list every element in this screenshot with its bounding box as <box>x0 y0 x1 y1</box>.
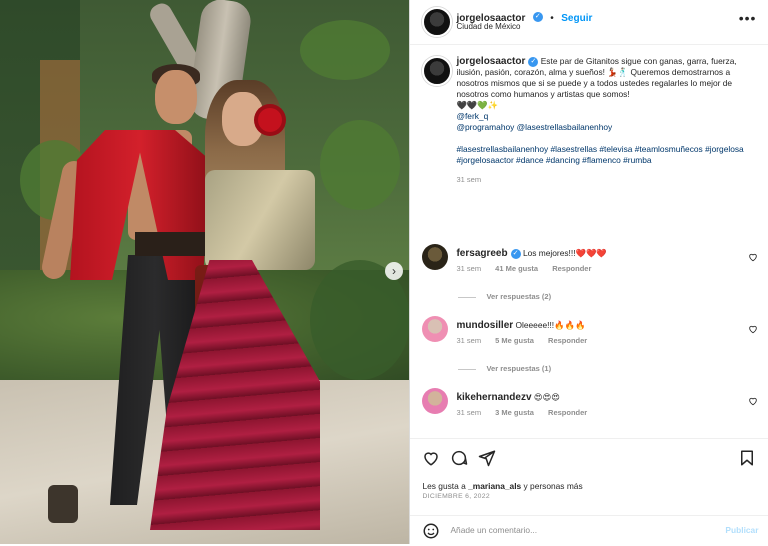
likes-summary[interactable]: Les gusta a _mariana_als y personas más <box>422 481 582 491</box>
photo-leaf <box>300 20 390 80</box>
comment-time: 31 sem <box>456 336 482 345</box>
author-avatar[interactable] <box>422 7 453 37</box>
comment-likes[interactable]: 5 Me gusta <box>495 336 534 345</box>
likes-suffix: y personas más <box>521 481 583 491</box>
photo-man-boot <box>48 485 78 523</box>
verified-icon: ✓ <box>510 248 521 259</box>
likes-prefix: Les gusta a <box>422 481 469 491</box>
caption-emojis: 🖤🖤💚✨ <box>456 100 499 110</box>
comment-username[interactable]: mundosiller <box>456 320 513 331</box>
caption-author-username[interactable]: jorgelosaactor <box>456 56 525 67</box>
comment-time: 31 sem <box>456 408 482 417</box>
bookmark-icon[interactable] <box>738 449 756 467</box>
comment-text: mundosiller Oleeeee!!!🔥🔥🔥 <box>456 320 736 331</box>
verified-icon: ✓ <box>528 56 539 67</box>
heart-icon[interactable] <box>748 324 758 334</box>
comment-meta: 31 sem 41 Me gusta Responder <box>456 264 603 273</box>
post-actions: Les gusta a _mariana_als y personas más … <box>410 438 768 545</box>
comment-composer: Publicar <box>410 515 768 546</box>
likes-user[interactable]: _mariana_als <box>468 481 521 491</box>
comment-content: Oleeeee!!!🔥🔥🔥 <box>515 320 586 330</box>
comment-username[interactable]: fersagreeb <box>456 248 507 259</box>
caption-mention[interactable]: @programahoy @lasestrellasbailanenhoy <box>456 122 752 133</box>
comment-reply-button[interactable]: Responder <box>548 408 587 417</box>
post-header: jorgelosaactor ✓ • Seguir Ciudad de Méxi… <box>410 0 768 45</box>
comment-content: Los mejores!!!❤️❤️❤️ <box>522 248 607 258</box>
photo-woman-flower <box>258 108 282 132</box>
comment-avatar[interactable] <box>422 316 449 342</box>
post-frame: › jorgelosaactor ✓ • Seguir Ciudad de Mé… <box>0 0 768 544</box>
share-icon[interactable] <box>478 449 496 467</box>
comment-username[interactable]: kikehernandezv <box>456 392 531 403</box>
verified-icon: ✓ <box>532 11 543 22</box>
comment-content: 😍😍😍 <box>533 392 561 402</box>
comment-likes[interactable]: 41 Me gusta <box>495 264 538 273</box>
caption-mention[interactable]: @ferk_q <box>456 111 752 122</box>
comment-input[interactable] <box>448 524 693 536</box>
chevron-right-icon: › <box>392 264 396 278</box>
view-replies-button[interactable]: Ver respuestas (2) <box>458 292 551 301</box>
caption-hashtags[interactable]: #lasestrellasbailanenhoy #lasestrellas #… <box>456 144 752 166</box>
photo-man-belt <box>135 232 205 256</box>
comment-text: fersagreeb ✓ Los mejores!!!❤️❤️❤️ <box>456 248 736 259</box>
follow-button[interactable]: Seguir <box>561 13 592 24</box>
post-side-panel: jorgelosaactor ✓ • Seguir Ciudad de Méxi… <box>409 0 768 544</box>
caption-text-block: jorgelosaactor ✓ Este par de Gitanitos si… <box>456 56 752 185</box>
comment-avatar[interactable] <box>422 388 449 414</box>
post-date: DICIEMBRE 6, 2022 <box>422 493 490 500</box>
caption-author-avatar[interactable] <box>422 56 453 86</box>
more-icon[interactable]: ••• <box>739 10 757 26</box>
comment-text: kikehernandezv 😍😍😍 <box>456 392 736 403</box>
comment-icon[interactable] <box>450 449 468 467</box>
view-replies-button[interactable]: Ver respuestas (1) <box>458 364 551 373</box>
comment-avatar[interactable] <box>422 244 449 270</box>
caption-timestamp: 31 sem <box>456 175 482 184</box>
comment-meta: 31 sem 3 Me gusta Responder <box>456 408 599 417</box>
comment-likes[interactable]: 3 Me gusta <box>495 408 534 417</box>
publish-button[interactable]: Publicar <box>725 525 758 535</box>
header-separator: • <box>550 13 554 24</box>
photo-woman-top <box>205 170 315 270</box>
post-location[interactable]: Ciudad de México <box>456 22 520 31</box>
comment-reply-button[interactable]: Responder <box>552 264 591 273</box>
comment-time: 31 sem <box>456 264 482 273</box>
comment-reply-button[interactable]: Responder <box>548 336 587 345</box>
heart-icon[interactable] <box>422 449 440 467</box>
heart-icon[interactable] <box>748 396 758 406</box>
photo-leaf <box>320 120 400 210</box>
comment-meta: 31 sem 5 Me gusta Responder <box>456 336 599 345</box>
post-photo[interactable]: › <box>0 0 410 544</box>
emoji-icon[interactable] <box>422 522 440 540</box>
photo-man-head <box>155 70 197 124</box>
heart-icon[interactable] <box>748 252 758 262</box>
carousel-next-button[interactable]: › <box>385 262 403 280</box>
